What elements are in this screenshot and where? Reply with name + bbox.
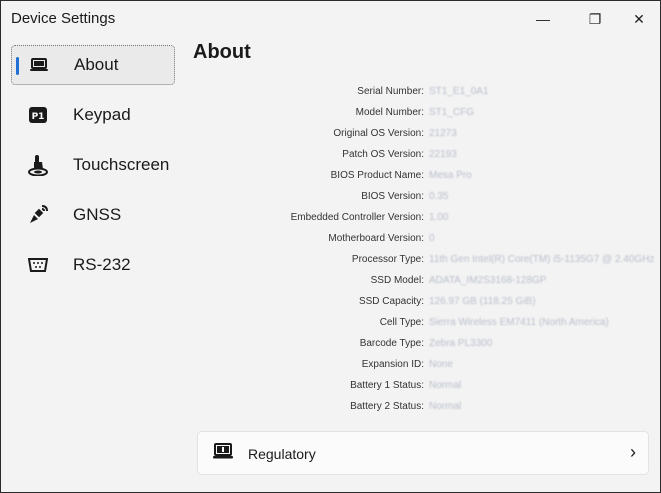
title-bar: Device Settings — ❐ ✕ (1, 1, 660, 37)
maximize-icon: ❐ (588, 10, 602, 27)
spec-row-battery-1-status: Battery 1 Status: Normal (181, 377, 659, 395)
laptop-info-icon (212, 443, 234, 463)
spec-value: ADATA_IM2S3168-128GP (429, 275, 547, 286)
spec-row-serial-number: Serial Number: ST1_E1_0A1 (181, 83, 659, 101)
spec-row-processor-type: Processor Type: 11th Gen Intel(R) Core(T… (181, 251, 659, 269)
spec-row-ssd-model: SSD Model: ADATA_IM2S3168-128GP (181, 272, 659, 290)
window-title: Device Settings (11, 10, 116, 27)
sidebar-item-keypad[interactable]: P1 Keypad (11, 95, 175, 135)
spec-value: None (429, 359, 453, 370)
spec-row-expansion-id: Expansion ID: None (181, 356, 659, 374)
sidebar-item-label: About (74, 55, 119, 74)
spec-row-bios-version: BIOS Version: 0.35 (181, 188, 659, 206)
spec-label: Processor Type: (351, 254, 424, 265)
minimize-button[interactable]: — (523, 5, 563, 33)
spec-value: 0.35 (429, 191, 449, 202)
spec-label: Model Number: (355, 107, 424, 118)
spec-row-bios-product-name: BIOS Product Name: Mesa Pro (181, 167, 659, 185)
regulatory-label: Regulatory (248, 446, 316, 462)
maximize-button[interactable]: ❐ (575, 5, 615, 33)
device-settings-window: Device Settings — ❐ ✕ About P1 Keypad To… (0, 0, 661, 493)
active-indicator (16, 57, 19, 75)
spec-value: Normal (429, 380, 462, 391)
spec-label: Original OS Version: (333, 128, 424, 139)
spec-value: ST1_CFG (429, 107, 475, 118)
main-content: About Serial Number: ST1_E1_0A1 Model Nu… (181, 37, 659, 491)
spec-value: 126.97 GB (118.25 GiB) (429, 296, 536, 307)
spec-row-original-os-version: Original OS Version: 21273 (181, 125, 659, 143)
spec-value: 11th Gen Intel(R) Core(TM) i5-1135G7 @ 2… (429, 254, 655, 265)
sidebar-item-rs232[interactable]: RS-232 (11, 245, 175, 285)
satellite-icon (27, 204, 49, 226)
spec-label: Patch OS Version: (342, 149, 424, 160)
spec-value: 21273 (429, 128, 457, 139)
serial-port-icon (27, 254, 49, 276)
spec-label: Battery 1 Status: (350, 380, 424, 391)
spec-label: Barcode Type: (359, 338, 424, 349)
spec-value: 1.00 (429, 212, 449, 223)
spec-row-cell-type: Cell Type: Sierra Wireless EM7411 (North… (181, 314, 659, 332)
spec-label: Battery 2 Status: (350, 401, 424, 412)
svg-text:P1: P1 (32, 112, 45, 122)
spec-value: Normal (429, 401, 462, 412)
sidebar-item-label: Touchscreen (73, 155, 170, 174)
sidebar-item-label: RS-232 (73, 255, 131, 274)
spec-label: BIOS Version: (361, 191, 424, 202)
touch-hand-icon (27, 154, 49, 176)
spec-value: Sierra Wireless EM7411 (North America) (429, 317, 609, 328)
spec-label: Serial Number: (357, 86, 424, 97)
laptop-info-icon (28, 54, 50, 76)
close-button[interactable]: ✕ (619, 5, 659, 33)
chevron-right-icon: › (630, 442, 636, 462)
spec-row-embedded-controller-version: Embedded Controller Version: 1.00 (181, 209, 659, 227)
sidebar-item-label: GNSS (73, 205, 122, 224)
spec-label: SSD Capacity: (358, 296, 424, 307)
spec-label: BIOS Product Name: (330, 170, 424, 181)
p1-key-icon: P1 (27, 104, 49, 126)
close-icon: ✕ (633, 10, 645, 27)
spec-row-motherboard-version: Motherboard Version: 0 (181, 230, 659, 248)
spec-row-model-number: Model Number: ST1_CFG (181, 104, 659, 122)
regulatory-button[interactable]: Regulatory › (197, 431, 649, 475)
sidebar-item-gnss[interactable]: GNSS (11, 195, 175, 235)
spec-label: Embedded Controller Version: (290, 212, 424, 223)
spec-row-ssd-capacity: SSD Capacity: 126.97 GB (118.25 GiB) (181, 293, 659, 311)
spec-value: Mesa Pro (429, 170, 472, 181)
page-title: About (193, 41, 251, 63)
spec-label: Cell Type: (379, 317, 424, 328)
spec-row-patch-os-version: Patch OS Version: 22193 (181, 146, 659, 164)
spec-value: 22193 (429, 149, 457, 160)
spec-label: Motherboard Version: (328, 233, 424, 244)
spec-label: SSD Model: (370, 275, 424, 286)
spec-row-barcode-type: Barcode Type: Zebra PL3300 (181, 335, 659, 353)
sidebar-item-about[interactable]: About (11, 45, 175, 85)
sidebar: About P1 Keypad Touchscreen GNSS RS-232 (1, 37, 181, 477)
spec-label: Expansion ID: (361, 359, 424, 370)
minimize-icon: — (536, 11, 550, 27)
spec-row-battery-2-status: Battery 2 Status: Normal (181, 398, 659, 416)
sidebar-item-label: Keypad (73, 105, 131, 124)
spec-value: Zebra PL3300 (429, 338, 493, 349)
sidebar-item-touchscreen[interactable]: Touchscreen (11, 145, 175, 185)
spec-value: 0 (429, 233, 435, 244)
spec-value: ST1_E1_0A1 (429, 86, 489, 97)
